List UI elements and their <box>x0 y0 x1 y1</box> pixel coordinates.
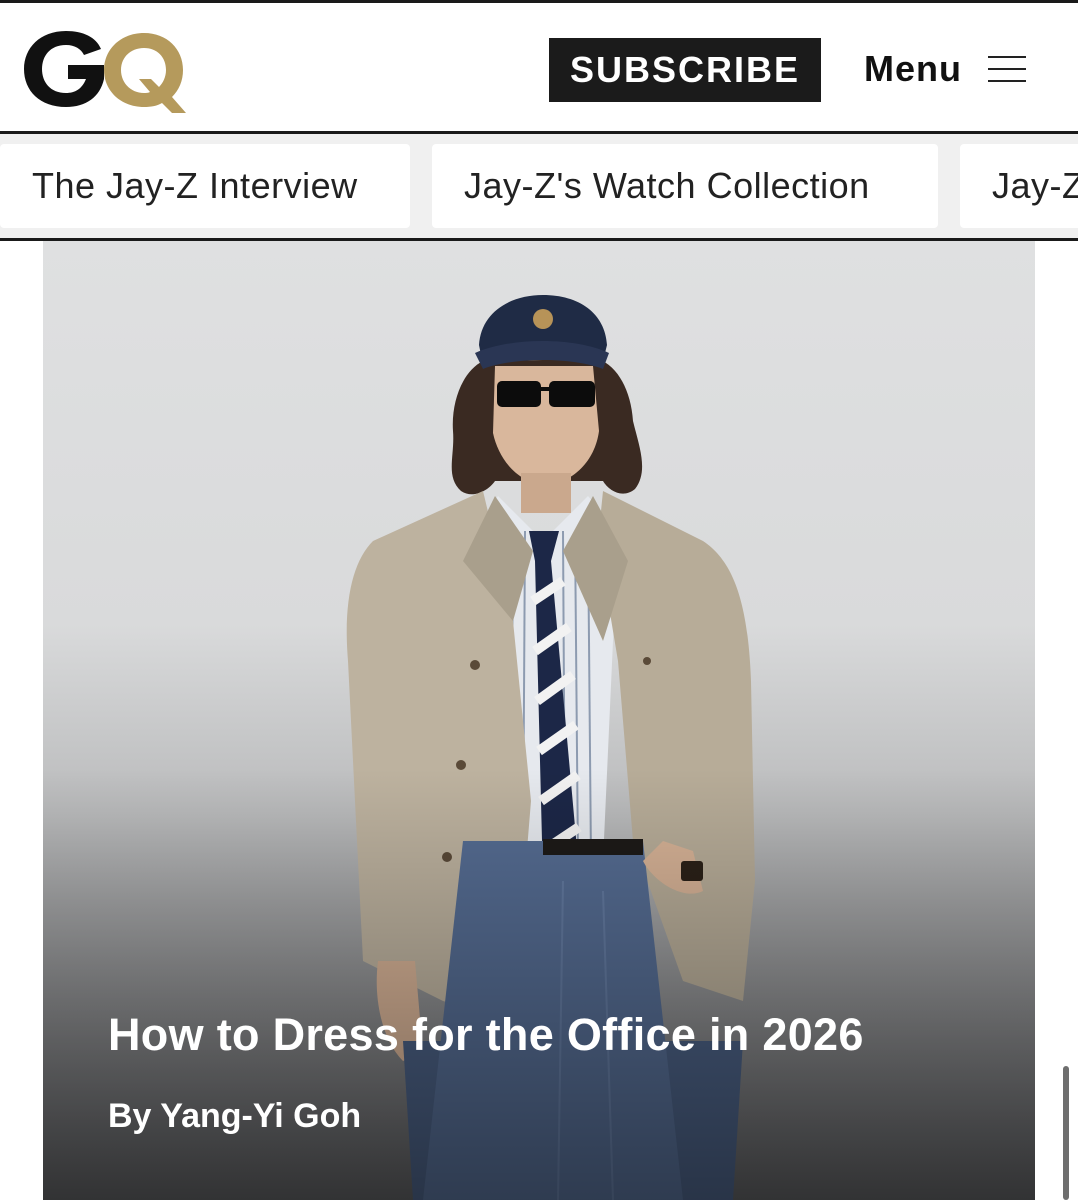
gq-logo[interactable] <box>20 21 186 117</box>
site-header: SUBSCRIBE Menu <box>0 3 1078 131</box>
nav-item-jay-z-interview[interactable]: The Jay-Z Interview <box>0 144 410 228</box>
gq-logo-mark <box>24 31 186 113</box>
scrollbar-thumb[interactable] <box>1063 1066 1069 1200</box>
hero-article-card[interactable]: How to Dress for the Office in 2026 By Y… <box>43 241 1035 1200</box>
hero-byline[interactable]: By Yang-Yi Goh <box>108 1097 361 1136</box>
subscribe-button[interactable]: SUBSCRIBE <box>549 38 821 102</box>
hamburger-icon <box>988 55 1026 83</box>
nav-item-jay-z-watch-collection[interactable]: Jay-Z's Watch Collection <box>432 144 938 228</box>
menu-label: Menu <box>864 48 962 89</box>
menu-button[interactable]: Menu <box>864 43 1026 95</box>
topic-nav: The Jay-Z Interview Jay-Z's Watch Collec… <box>0 134 1078 238</box>
hero-headline[interactable]: How to Dress for the Office in 2026 <box>108 1009 1008 1061</box>
nav-item-jay-z-more[interactable]: Jay-Z <box>960 144 1078 228</box>
